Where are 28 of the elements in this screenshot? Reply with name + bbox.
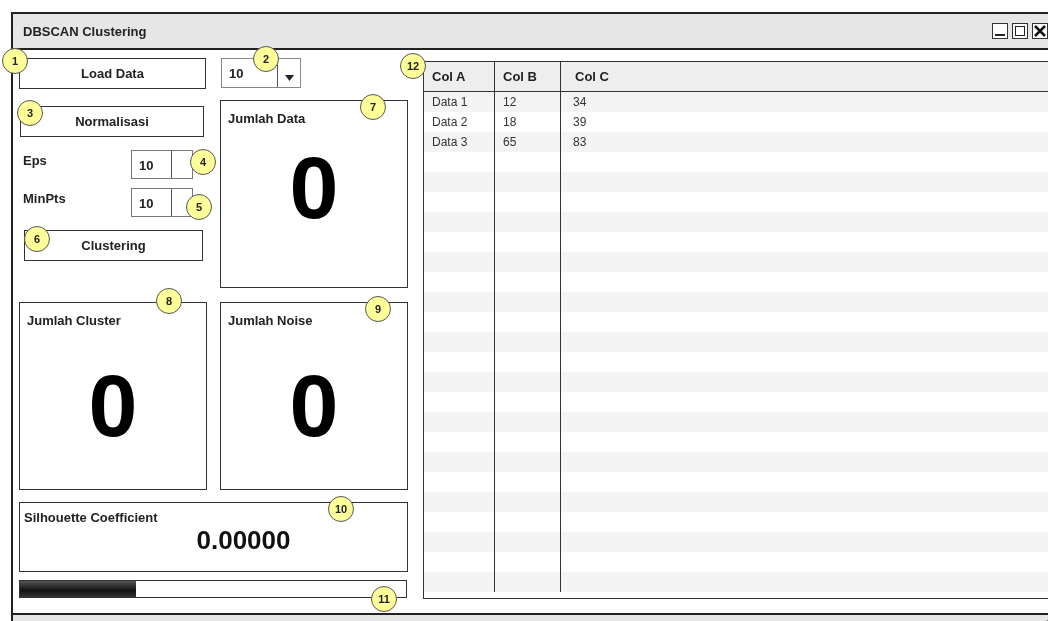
table-cell-text: 34 (572, 94, 588, 111)
close-icon[interactable] (1032, 23, 1048, 39)
window-title: DBSCAN Clustering (23, 23, 147, 39)
callout-marker: 1 (2, 48, 28, 74)
table-cell-text: 83 (572, 134, 588, 151)
table-cell: Data 1 (424, 92, 495, 112)
column-header[interactable]: Col B (495, 62, 561, 91)
maximize-icon[interactable] (1012, 23, 1028, 39)
table-cell: 65 (495, 132, 561, 152)
silhouette-label: Silhouette Coefficient (23, 509, 158, 525)
column-header[interactable]: Col C (561, 62, 1048, 91)
table-cell: Data 3 (424, 132, 495, 152)
stat-label: Jumlah Data (227, 110, 306, 126)
load-data-button[interactable]: Load Data (19, 58, 206, 89)
caret-icon (284, 75, 294, 81)
stat-value: 0 (288, 362, 340, 450)
parameter-label: Eps (23, 152, 47, 168)
stat-label: Jumlah Cluster (26, 312, 121, 328)
stat-value: 0 (288, 144, 340, 232)
silhouette-value: 0.00000 (195, 525, 292, 556)
parameter-label: MinPts (23, 190, 66, 206)
number-spinner[interactable]: 10 (131, 149, 193, 179)
stat-label: Jumlah Noise (227, 312, 313, 328)
stat-value: 0 (87, 362, 139, 450)
table-cell-text: 39 (572, 114, 588, 131)
minimize-icon[interactable] (992, 23, 1008, 39)
table-cell: 12 (495, 92, 561, 112)
number-spinner[interactable]: 10 (131, 187, 193, 217)
